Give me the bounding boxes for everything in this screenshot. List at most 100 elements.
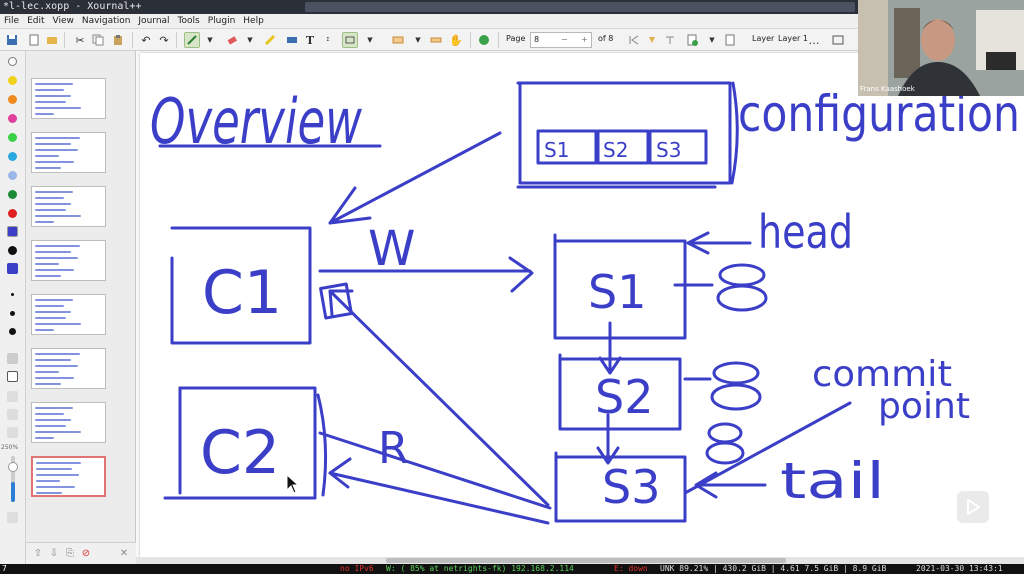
page-decrement-icon[interactable]: − (561, 33, 568, 47)
latex-tool-icon[interactable]: Σ (320, 32, 336, 48)
refresh-icon[interactable] (476, 32, 492, 48)
document-page[interactable]: Overview S1 S2 S3 configuration C1 C2 W … (140, 53, 1024, 557)
text-tool-icon[interactable]: T (302, 32, 318, 48)
grid-icon[interactable] (7, 409, 18, 420)
thumbnail-ink-line (35, 329, 54, 331)
size-fine-icon[interactable] (11, 293, 14, 296)
zoom-slider[interactable] (8, 456, 18, 502)
color-magenta-icon[interactable] (8, 114, 17, 123)
menu-journal[interactable]: Journal (134, 14, 173, 28)
move-page-up-icon[interactable]: ⇧ (32, 548, 44, 560)
page-number-field[interactable]: 8 − + (530, 32, 592, 48)
size-medium-icon[interactable] (10, 311, 15, 316)
client-c2-right-edge (316, 393, 328, 497)
last-page-icon[interactable] (662, 32, 678, 48)
ruler-icon[interactable] (7, 427, 18, 438)
highlighter-tool-icon[interactable] (262, 32, 278, 48)
menu-plugin[interactable]: Plugin (204, 14, 240, 28)
layer-value[interactable]: Layer 1 (778, 34, 808, 43)
fill-icon[interactable] (7, 353, 18, 364)
lock-icon[interactable] (7, 391, 18, 402)
color-green-icon[interactable] (8, 133, 17, 142)
page-thumbnail[interactable] (31, 456, 106, 497)
page-thumbnail[interactable] (31, 348, 106, 389)
head-label: head (758, 205, 853, 259)
menu-view[interactable]: View (49, 14, 78, 28)
color-blue-selected-icon[interactable] (7, 226, 18, 237)
paste-icon[interactable] (110, 32, 126, 48)
wifi-status: W: ( 85% at netrights-fk) 192.168.2.114 (386, 564, 574, 573)
page-thumbnail[interactable] (31, 78, 106, 119)
page-count-label: of 8 (598, 34, 614, 43)
thumbnail-ink-line (35, 317, 66, 319)
delete-page-icon[interactable] (722, 32, 738, 48)
fullscreen-icon[interactable] (830, 32, 846, 48)
page-thumbnail[interactable] (31, 240, 106, 281)
copy-icon[interactable] (90, 32, 106, 48)
first-page-icon[interactable] (626, 32, 642, 48)
page-thumbnail[interactable] (31, 186, 106, 227)
thumbnail-ink-line (36, 474, 79, 476)
insert-page-dropdown-icon[interactable]: ▼ (704, 32, 720, 48)
page-thumbnail[interactable] (31, 402, 106, 443)
vertical-space-icon[interactable] (428, 32, 444, 48)
pen-tool-icon[interactable] (184, 32, 200, 48)
insert-page-icon[interactable] (684, 32, 700, 48)
s3-disk-bottom (705, 441, 745, 465)
redo-icon[interactable]: ↷ (156, 32, 172, 48)
thumbnail-ink-line (35, 299, 73, 301)
zoom-slider-handle[interactable] (8, 462, 18, 472)
color-yellow-icon[interactable] (8, 76, 17, 85)
config-s2-text: S2 (603, 138, 628, 162)
horizontal-scrollbar[interactable] (136, 557, 1024, 564)
color-cyan-icon[interactable] (8, 152, 17, 161)
page-increment-icon[interactable]: + (581, 33, 588, 47)
color-light-blue-icon[interactable] (8, 171, 17, 180)
document-canvas[interactable]: Overview S1 S2 S3 configuration C1 C2 W … (136, 51, 1024, 557)
menu-tools[interactable]: Tools (174, 14, 204, 28)
image-tool-icon[interactable] (284, 32, 300, 48)
layer-dropdown-icon[interactable]: … (806, 32, 822, 48)
menu-file[interactable]: File (0, 14, 23, 28)
shape-recognizer-icon[interactable] (342, 32, 358, 48)
page-thumbnail[interactable] (31, 132, 106, 173)
menu-edit[interactable]: Edit (23, 14, 48, 28)
next-page-icon[interactable] (644, 32, 660, 48)
color-dark-green-icon[interactable] (8, 190, 17, 199)
open-document-icon[interactable] (44, 32, 60, 48)
delete-page-sidebar-icon[interactable]: ⊘ (80, 548, 92, 560)
play-button[interactable] (957, 491, 989, 523)
system-status-bar: 7 no IPv6 W: ( 85% at netrights-fk) 192.… (0, 564, 1024, 574)
color-white-icon[interactable] (8, 57, 17, 66)
page-thumbnail[interactable] (31, 294, 106, 335)
pen-dropdown-icon[interactable]: ▼ (202, 32, 218, 48)
select-rect-icon[interactable] (390, 32, 406, 48)
menu-help[interactable]: Help (239, 14, 268, 28)
eraser-tool-icon[interactable] (224, 32, 240, 48)
menu-navigation[interactable]: Navigation (78, 14, 135, 28)
outline-icon[interactable] (7, 371, 18, 382)
write-arrow (318, 256, 534, 293)
hand-tool-icon[interactable]: ✋ (448, 32, 464, 48)
cut-icon[interactable]: ✂ (72, 32, 88, 48)
thumbnail-ink-line (35, 377, 74, 379)
color-black-icon[interactable] (8, 246, 17, 255)
undo-icon[interactable]: ↶ (138, 32, 154, 48)
save-icon[interactable] (4, 32, 20, 48)
color-blue-icon[interactable] (7, 263, 18, 274)
copy-page-icon[interactable]: ⎘ (64, 548, 76, 560)
close-sidebar-icon[interactable]: ✕ (118, 548, 130, 560)
fit-page-icon[interactable] (7, 512, 18, 523)
eraser-dropdown-icon[interactable]: ▼ (242, 32, 258, 48)
size-thick-icon[interactable] (9, 328, 16, 335)
thumbnail-ink-line (35, 155, 59, 157)
color-orange-icon[interactable] (8, 95, 17, 104)
thumbnail-ink-line (36, 462, 81, 464)
shape-dropdown-icon[interactable]: ▼ (362, 32, 378, 48)
thumbnail-ink-line (35, 431, 81, 433)
move-page-down-icon[interactable]: ⇩ (48, 548, 60, 560)
scrollbar-thumb[interactable] (386, 558, 786, 563)
color-red-icon[interactable] (8, 209, 17, 218)
new-document-icon[interactable] (26, 32, 42, 48)
select-dropdown-icon[interactable]: ▼ (410, 32, 426, 48)
